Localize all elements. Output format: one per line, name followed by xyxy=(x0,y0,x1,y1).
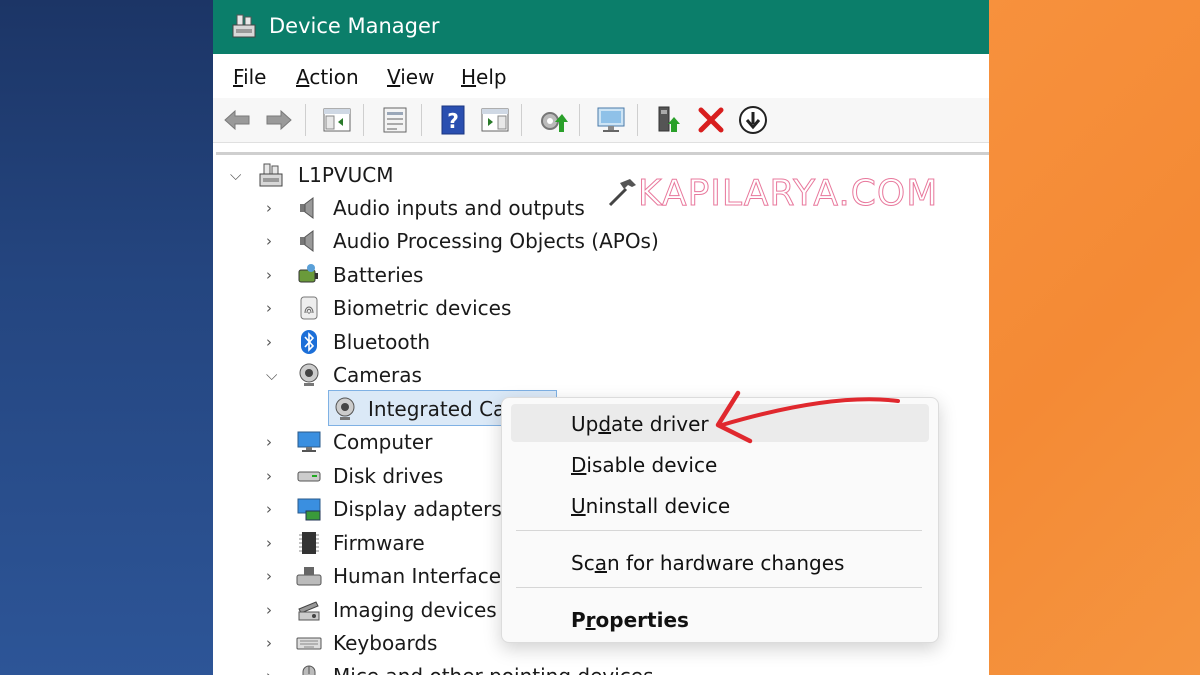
chevron-right-icon[interactable]: › xyxy=(266,433,280,451)
tree-item-biometric[interactable]: › Biometric devices xyxy=(216,292,676,324)
tree-item-label: Bluetooth xyxy=(333,330,431,354)
menu-bar: File Action View Help xyxy=(213,54,989,99)
tree-item-bluetooth[interactable]: › Bluetooth xyxy=(216,326,676,358)
scan-hardware-menu-item[interactable]: Scan for hardware changes xyxy=(571,551,844,575)
toolbar-separator xyxy=(421,104,422,136)
uninstall-icon[interactable] xyxy=(695,104,727,136)
watermark-text: KAPILARYA.COM xyxy=(637,173,939,215)
scan-hardware-icon[interactable] xyxy=(595,104,627,136)
disable-device-icon[interactable] xyxy=(737,104,769,136)
menu-action[interactable]: Action xyxy=(296,65,359,89)
tree-item-batteries[interactable]: › Batteries xyxy=(216,259,676,291)
fingerprint-icon xyxy=(300,296,318,320)
menu-help[interactable]: Help xyxy=(461,65,507,89)
properties-menu-item[interactable]: Properties xyxy=(571,608,689,632)
chevron-right-icon[interactable]: › xyxy=(266,634,280,652)
computer-root-icon xyxy=(259,163,283,187)
toolbar-separator xyxy=(637,104,638,136)
chevron-right-icon[interactable]: › xyxy=(266,534,280,552)
title-bar[interactable]: Device Manager xyxy=(213,0,989,54)
forward-arrow-icon[interactable] xyxy=(263,104,295,136)
tree-item-label: Mice and other pointing devices xyxy=(333,664,654,675)
menu-separator xyxy=(516,530,922,531)
tree-item-label: Audio Processing Objects (APOs) xyxy=(333,229,659,253)
svg-text:?: ? xyxy=(447,109,459,133)
tree-item-label: Display adapters xyxy=(333,497,502,521)
hid-icon xyxy=(296,567,322,586)
chevron-right-icon[interactable]: › xyxy=(266,601,280,619)
tree-item-label: Cameras xyxy=(333,363,422,387)
back-arrow-icon[interactable] xyxy=(221,104,253,136)
monitor-icon xyxy=(297,431,321,452)
keyboard-icon xyxy=(296,637,322,650)
chevron-down-icon[interactable]: ⌵ xyxy=(230,166,244,184)
tree-item-label: Audio inputs and outputs xyxy=(333,196,585,220)
menu-view[interactable]: View xyxy=(387,65,434,89)
update-driver-icon[interactable] xyxy=(537,104,569,136)
mouse-icon xyxy=(302,665,316,675)
toolbar-separator xyxy=(363,104,364,136)
battery-icon xyxy=(298,264,318,283)
chevron-right-icon[interactable]: › xyxy=(266,299,280,317)
action-pane-icon[interactable] xyxy=(479,104,511,136)
tree-item-label: Integrated Ca xyxy=(368,397,506,421)
toolbar-separator xyxy=(579,104,580,136)
chevron-right-icon[interactable]: › xyxy=(266,500,280,518)
bluetooth-icon xyxy=(301,330,317,354)
chevron-right-icon[interactable]: › xyxy=(266,333,280,351)
show-hide-console-tree-icon[interactable] xyxy=(321,104,353,136)
tree-item-label: Computer xyxy=(333,430,433,454)
scanner-icon xyxy=(298,601,320,621)
chevron-down-icon[interactable]: ⌵ xyxy=(266,366,280,384)
display-adapter-icon xyxy=(297,498,321,521)
tree-item-label: Disk drives xyxy=(333,464,444,488)
chip-icon xyxy=(299,532,319,554)
chevron-right-icon[interactable]: › xyxy=(266,567,280,585)
disk-drive-icon xyxy=(297,471,321,482)
chevron-right-icon[interactable]: › xyxy=(266,266,280,284)
speaker-icon xyxy=(300,230,314,252)
tree-item-label: Imaging devices xyxy=(333,598,497,622)
chevron-right-icon[interactable]: › xyxy=(266,199,280,217)
toolbar-separator xyxy=(305,104,306,136)
toolbar: ? xyxy=(213,98,989,143)
tree-item-cameras[interactable]: ⌵ Cameras xyxy=(216,359,676,391)
window-title: Device Manager xyxy=(269,14,440,38)
tree-root-label: L1PVUCM xyxy=(298,163,394,187)
properties-icon[interactable] xyxy=(379,104,411,136)
tree-item-mice[interactable]: › Mice and other pointing devices xyxy=(216,660,676,675)
webcam-icon xyxy=(335,397,355,420)
disable-device-menu-item[interactable]: Disable device xyxy=(571,453,717,477)
menu-separator xyxy=(516,587,922,588)
update-driver-menu-item[interactable]: Update driver xyxy=(571,412,709,436)
tree-item-apos[interactable]: › Audio Processing Objects (APOs) xyxy=(216,225,676,257)
enable-device-icon[interactable] xyxy=(653,104,685,136)
annotation-arrow xyxy=(715,390,900,444)
device-manager-icon xyxy=(232,14,256,38)
webcam-icon xyxy=(299,363,319,386)
toolbar-separator xyxy=(521,104,522,136)
tree-item-label: Biometric devices xyxy=(333,296,512,320)
desktop-background-right xyxy=(988,0,1200,675)
tree-item-label: Keyboards xyxy=(333,631,438,655)
desktop-background-left xyxy=(0,0,213,675)
menu-file[interactable]: File xyxy=(233,65,266,89)
chevron-right-icon[interactable]: › xyxy=(266,232,280,250)
tree-item-label: Batteries xyxy=(333,263,424,287)
uninstall-device-menu-item[interactable]: Uninstall device xyxy=(571,494,730,518)
hammer-icon xyxy=(608,179,636,207)
tree-root-node[interactable]: ⌵ L1PVUCM xyxy=(216,159,616,191)
chevron-right-icon[interactable]: › xyxy=(266,667,280,675)
speaker-icon xyxy=(300,197,314,219)
tree-item-label: Firmware xyxy=(333,531,425,555)
tree-item-label: Human Interface xyxy=(333,564,502,588)
help-icon[interactable]: ? xyxy=(437,104,469,136)
chevron-right-icon[interactable]: › xyxy=(266,467,280,485)
